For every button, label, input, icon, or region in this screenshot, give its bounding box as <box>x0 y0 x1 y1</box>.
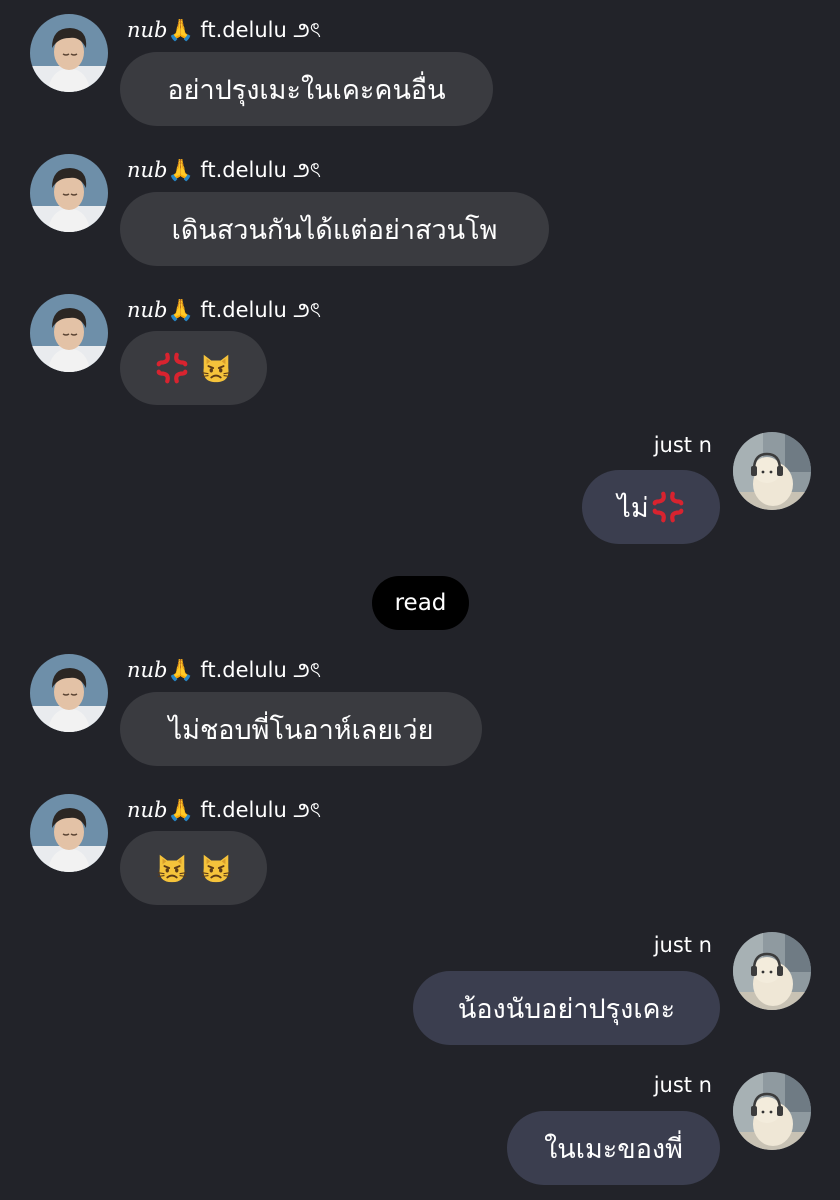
message-text: ไม่ <box>617 492 649 524</box>
sender-name: nub🙏 ft.delulu ౨ৎ <box>127 298 321 322</box>
message-text: ไม่ชอบพี่โนอาห์เลยเว่ย <box>168 714 434 746</box>
sender-name: nub🙏 ft.delulu ౨ৎ <box>127 158 321 182</box>
sender-name: just n <box>653 433 712 457</box>
sender-avatar[interactable] <box>30 14 108 92</box>
anger-symbol-icon <box>155 351 189 385</box>
sender-name: nub🙏 ft.delulu ౨ৎ <box>127 658 321 682</box>
message-text: อย่าปรุงเมะในเคะคนอื่น <box>167 74 446 106</box>
pray-icon: 🙏 <box>167 798 194 822</box>
message-text: เดินสวนกันได้แต่อย่าสวนโพ <box>171 214 498 246</box>
read-indicator: read <box>372 576 469 630</box>
message-bubble[interactable]: น้องนับอย่าปรุงเคะ <box>413 971 720 1045</box>
message-text: น้องนับอย่าปรุงเคะ <box>457 993 676 1025</box>
user-avatar[interactable] <box>733 932 811 1010</box>
message-text: ในเมะของพี่ <box>544 1133 683 1165</box>
sender-avatar[interactable] <box>30 794 108 872</box>
message-bubble[interactable]: ไม่ <box>582 470 720 544</box>
pray-icon: 🙏 <box>167 158 194 182</box>
user-avatar[interactable] <box>733 432 811 510</box>
pray-icon: 🙏 <box>167 658 194 682</box>
message-bubble[interactable]: อย่าปรุงเมะในเคะคนอื่น <box>120 52 493 126</box>
message-bubble[interactable]: ไม่ชอบพี่โนอาห์เลยเว่ย <box>120 692 482 766</box>
message-bubble[interactable] <box>120 331 267 405</box>
pouting-cat-icon <box>199 851 233 885</box>
pray-icon: 🙏 <box>167 298 194 322</box>
sender-name: just n <box>653 1073 712 1097</box>
message-bubble[interactable]: เดินสวนกันได้แต่อย่าสวนโพ <box>120 192 549 266</box>
sender-avatar[interactable] <box>30 154 108 232</box>
pray-icon: 🙏 <box>167 18 194 42</box>
sender-name: just n <box>653 933 712 957</box>
pouting-cat-icon <box>199 351 233 385</box>
pouting-cat-icon <box>155 851 189 885</box>
sender-avatar[interactable] <box>30 654 108 732</box>
user-avatar[interactable] <box>733 1072 811 1150</box>
message-bubble[interactable] <box>120 831 267 905</box>
sender-name: nub🙏 ft.delulu ౨ৎ <box>127 18 321 42</box>
message-bubble[interactable]: ในเมะของพี่ <box>507 1111 720 1185</box>
sender-avatar[interactable] <box>30 294 108 372</box>
sender-name: nub🙏 ft.delulu ౨ৎ <box>127 798 321 822</box>
anger-symbol-icon <box>651 490 685 524</box>
